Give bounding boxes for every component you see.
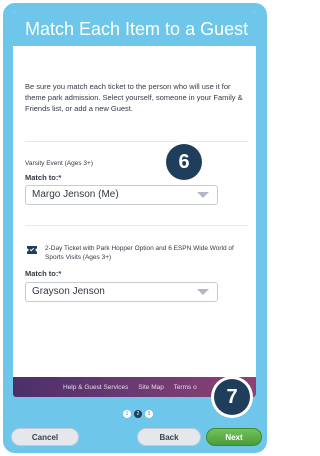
page-dot[interactable]: 1 [123, 410, 131, 418]
screen: Match Each Item to a Guest Be sure you m… [13, 11, 256, 397]
divider [25, 141, 248, 142]
back-button[interactable]: Back [137, 428, 201, 446]
divider [25, 225, 248, 226]
pagination: 1 2 3 [123, 410, 153, 418]
main-content: Be sure you match each ticket to the per… [13, 81, 256, 302]
footer-link-help[interactable]: Help & Guest Services [63, 384, 128, 391]
item-1-guest-value: Margo Jenson (Me) [32, 189, 119, 200]
item-2-label: 2-Day Ticket with Park Hopper Option and… [45, 245, 234, 261]
item-2-header: 2-Day Ticket with Park Hopper Option and… [25, 244, 248, 262]
item-1-match-label: Match to:* [25, 173, 62, 182]
intro-text: Be sure you match each ticket to the per… [25, 82, 243, 113]
chevron-down-icon [197, 289, 209, 295]
chevron-down-icon [197, 192, 209, 198]
footer-link-sitemap[interactable]: Site Map [138, 384, 164, 391]
callout-badge-6: 6 [166, 144, 202, 180]
page-dot[interactable]: 3 [145, 410, 153, 418]
item-1-label: Varsity Event (Ages 3+) [25, 160, 93, 167]
cancel-button[interactable]: Cancel [11, 428, 79, 446]
item-2-guest-select[interactable]: Grayson Jenson [25, 282, 218, 302]
item-2-match-label: Match to:* [25, 269, 62, 278]
item-2-guest-value: Grayson Jenson [32, 286, 105, 297]
device-frame: Match Each Item to a Guest Be sure you m… [3, 3, 267, 453]
callout-badge-7: 7 [214, 379, 250, 415]
page-title: Match Each Item to a Guest [13, 11, 256, 46]
item-1-guest-select[interactable]: Margo Jenson (Me) [25, 185, 218, 205]
ticket-icon [25, 243, 39, 257]
footer-link-terms[interactable]: Terms o [174, 384, 197, 391]
page-dot-current[interactable]: 2 [134, 410, 142, 418]
next-button[interactable]: Next [206, 428, 262, 446]
